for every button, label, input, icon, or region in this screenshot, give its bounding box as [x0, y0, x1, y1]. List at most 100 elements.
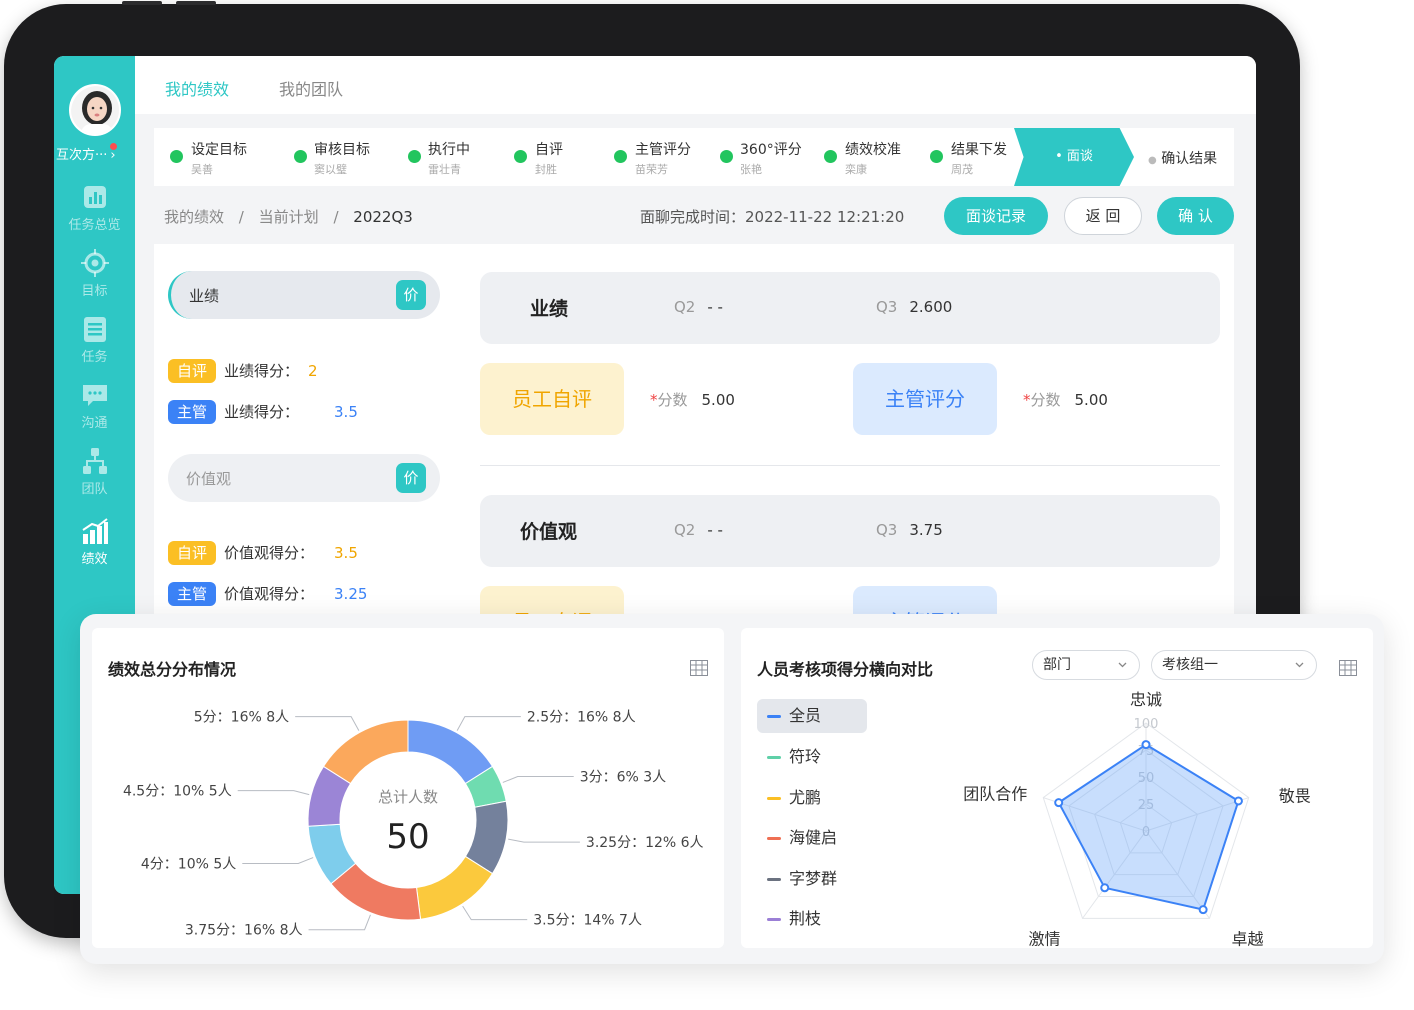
- score-value: 2: [308, 362, 318, 380]
- slice-label: 4分：10% 5人: [141, 856, 236, 872]
- step-interview-active[interactable]: • 面谈: [1014, 128, 1134, 186]
- performance-chart-icon: [81, 518, 108, 544]
- values-self-score: 自评 价值观得分： 3.5: [168, 541, 358, 567]
- radar-axis-label: 忠诚: [1130, 690, 1162, 709]
- center-value: 50: [386, 817, 429, 857]
- q2-value: Q2 - -: [674, 521, 723, 539]
- step-active-label: 面谈: [1066, 149, 1093, 164]
- mgr-eval-score: *分数 5.00: [1023, 389, 1108, 410]
- step-title: 主管评分: [635, 142, 691, 158]
- chevron-right-icon: ›: [110, 148, 116, 163]
- nav-item-chat[interactable]: 沟通: [54, 380, 135, 431]
- tablet-volume-button: [176, 1, 216, 5]
- score-value: 3.5: [334, 403, 358, 421]
- check-circle-icon: [930, 150, 943, 163]
- mgr-badge: 主管: [168, 400, 217, 424]
- category-values[interactable]: 价值观 价: [168, 454, 440, 502]
- slice-label: 3.25分：12% 6人: [586, 835, 704, 851]
- step-review-target[interactable]: 审核目标 窦以璧: [278, 128, 388, 186]
- list-icon: [83, 317, 106, 342]
- employee-self-eval-box[interactable]: 员工自评: [480, 363, 624, 435]
- step-result-issued[interactable]: 结果下发 周茂: [914, 128, 1014, 186]
- q2-number: - -: [707, 298, 723, 316]
- radar-point[interactable]: [1198, 905, 1208, 915]
- tab-my-performance[interactable]: 我的绩效: [165, 76, 229, 100]
- slice-label: 3分：6% 3人: [580, 770, 666, 786]
- step-executing[interactable]: 执行中 雷壮青: [392, 128, 492, 186]
- radar-axis-label: 敬畏: [1279, 787, 1311, 806]
- tablet-power-button: [122, 1, 162, 5]
- avatar[interactable]: [69, 84, 121, 136]
- score-label: 价值观得分：: [224, 544, 315, 562]
- step-manager-score[interactable]: 主管评分 苗荣芳: [598, 128, 708, 186]
- step-last-label: 确认结果: [1161, 151, 1218, 167]
- breadcrumb: 我的绩效 / 当前计划 / 2022Q3: [164, 206, 413, 227]
- step-owner: 雷壮青: [428, 163, 461, 176]
- nav-item-performance[interactable]: 绩效: [54, 516, 135, 567]
- check-circle-icon: [824, 150, 837, 163]
- leader-line: [508, 838, 580, 843]
- radar-point[interactable]: [1233, 796, 1243, 806]
- q3-value: Q3 2.600: [876, 298, 952, 316]
- nav-label-task: 任务: [81, 350, 108, 365]
- step-set-target[interactable]: 设定目标 吴善: [154, 128, 274, 186]
- step-calibration[interactable]: 绩效校准 栾康: [808, 128, 918, 186]
- radar-point[interactable]: [1141, 740, 1151, 750]
- step-owner: 张艳: [740, 163, 762, 176]
- donut-slice[interactable]: [322, 719, 409, 785]
- breadcrumb-item[interactable]: 当前计划: [259, 208, 319, 226]
- org-chart-icon: [82, 448, 107, 474]
- step-owner: 封胜: [535, 163, 557, 176]
- bar-chart-icon: [83, 186, 106, 208]
- section-title: 业绩: [530, 298, 569, 320]
- top-tabs: 我的绩效 我的团队: [135, 56, 1256, 114]
- interview-record-button[interactable]: 面谈记录: [944, 197, 1048, 235]
- step-owner: 栾康: [845, 163, 867, 176]
- q2-value: Q2 - -: [674, 298, 723, 316]
- q3-label: Q3: [876, 298, 898, 316]
- score-value: 3.25: [334, 585, 368, 603]
- manager-eval-box[interactable]: 主管评分: [853, 363, 997, 435]
- q3-number: 3.75: [909, 521, 943, 539]
- score-distribution-card: 绩效总分分布情况 2.5分：16% 8人 3分：6% 3人 3.25分：12% 6人…: [92, 628, 724, 948]
- back-button[interactable]: 返 回: [1064, 197, 1142, 235]
- check-circle-icon: [408, 150, 421, 163]
- step-title: 设定目标: [191, 142, 247, 158]
- step-owner: 周茂: [951, 163, 973, 176]
- radar-point[interactable]: [1054, 798, 1064, 808]
- nav-item-task[interactable]: 任务: [54, 314, 135, 365]
- score-label: 分数: [1030, 391, 1061, 409]
- radar-series-area[interactable]: [1057, 743, 1240, 911]
- breadcrumb-sep: /: [238, 208, 244, 226]
- tab-my-team[interactable]: 我的团队: [279, 76, 343, 100]
- nav-item-overview[interactable]: 任务总览: [54, 182, 135, 233]
- score-label: 业绩得分：: [224, 403, 300, 421]
- nav-label-overview: 任务总览: [68, 218, 121, 233]
- nav-label-team: 团队: [81, 482, 108, 497]
- leader-line: [456, 716, 521, 731]
- step-self-eval[interactable]: 自评 封胜: [498, 128, 598, 186]
- category-performance[interactable]: 业绩 价: [168, 271, 440, 319]
- section-title: 价值观: [520, 521, 578, 543]
- user-name[interactable]: 互次方··· ›: [56, 144, 134, 163]
- check-circle-icon: [614, 150, 627, 163]
- breadcrumb-item[interactable]: 我的绩效: [164, 208, 224, 226]
- score-label: 分数: [657, 391, 688, 409]
- section-performance-header: 业绩 Q2 - - Q3 2.600: [480, 272, 1220, 344]
- value-tag: 价: [396, 463, 426, 493]
- step-360-score[interactable]: 360°评分 张艳: [704, 128, 814, 186]
- radar-point[interactable]: [1100, 883, 1110, 893]
- center-label: 总计人数: [378, 788, 438, 806]
- leader-line: [308, 914, 371, 931]
- perf-mgr-score: 主管 业绩得分： 3.5: [168, 400, 358, 426]
- nav-label-performance: 绩效: [81, 552, 108, 567]
- nav-item-team[interactable]: 团队: [54, 446, 135, 497]
- step-title: 自评: [535, 142, 563, 158]
- leader-line: [237, 790, 310, 796]
- q3-label: Q3: [876, 521, 898, 539]
- step-confirm-result[interactable]: ● 确认结果: [1148, 148, 1217, 168]
- confirm-button[interactable]: 确 认: [1157, 197, 1234, 235]
- nav-item-target[interactable]: 目标: [54, 248, 135, 299]
- user-name-text: 互次方···: [56, 148, 108, 163]
- donut-slice[interactable]: [415, 855, 494, 920]
